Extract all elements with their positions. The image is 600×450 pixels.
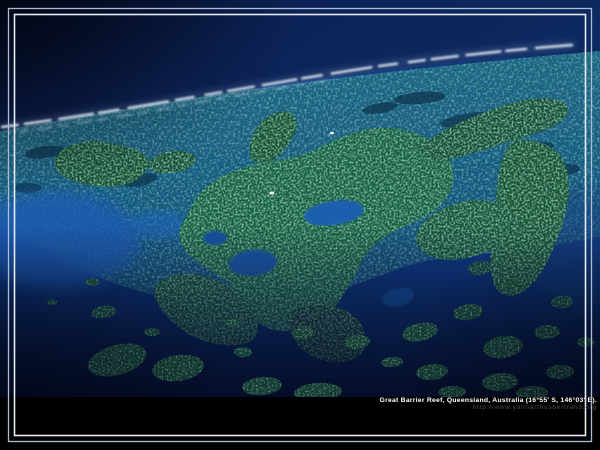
caption-location-text: Great Barrier Reef, Queensland, Australi… bbox=[380, 397, 597, 404]
vignette-top-left bbox=[0, 0, 300, 200]
vignette-bottom-right bbox=[380, 230, 600, 397]
photo-caption: Great Barrier Reef, Queensland, Australi… bbox=[380, 397, 597, 412]
reef-aerial-photo bbox=[0, 0, 600, 450]
caption-credit-url: http://www.yannarthusbertrand.org bbox=[380, 405, 597, 412]
wallpaper: Great Barrier Reef, Queensland, Australi… bbox=[0, 0, 600, 450]
vignette-bottom-left bbox=[0, 240, 240, 397]
